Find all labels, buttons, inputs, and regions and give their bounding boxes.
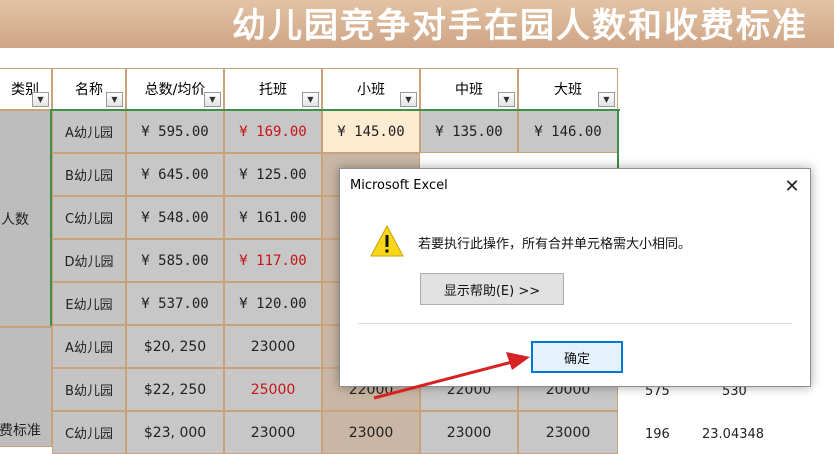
selection-border <box>50 109 620 111</box>
header-label: 中班 <box>455 82 483 98</box>
tuo-cell[interactable]: ¥ 161.00 <box>224 196 322 239</box>
total-cell[interactable]: $20, 250 <box>126 325 224 368</box>
name-cell[interactable]: E幼儿园 <box>52 282 126 325</box>
title-banner: 幼儿园竞争对手在园人数和收费标准 <box>0 0 834 48</box>
dialog-body: 若要执行此操作，所有合并单元格需大小相同。 显示帮助(E) >> <box>340 203 810 320</box>
filter-dropdown-icon[interactable]: ▼ <box>400 92 417 107</box>
header-da[interactable]: 大班 ▼ <box>518 68 618 110</box>
filter-dropdown-icon[interactable]: ▼ <box>32 92 49 107</box>
warning-icon <box>370 225 404 257</box>
outside-cell[interactable]: 23.04348 <box>702 427 764 442</box>
excel-message-dialog: Microsoft Excel ✕ 若要执行此操作，所有合并单元格需大小相同。 … <box>339 168 811 387</box>
name-cell[interactable]: B幼儿园 <box>52 368 126 411</box>
tuo-cell[interactable]: 25000 <box>224 368 322 411</box>
total-cell[interactable]: $23, 000 <box>126 411 224 454</box>
category-label: 人数 <box>1 211 29 228</box>
header-label: 总数/均价 <box>144 82 206 98</box>
header-label: 小班 <box>357 82 385 98</box>
tuo-cell[interactable]: 23000 <box>224 411 322 454</box>
sheet-title: 幼儿园竞争对手在园人数和收费标准 <box>232 6 808 46</box>
ok-button[interactable]: 确定 <box>531 341 623 373</box>
name-cell[interactable]: C幼儿园 <box>52 411 126 454</box>
total-cell[interactable]: ¥ 537.00 <box>126 282 224 325</box>
total-cell[interactable]: $22, 250 <box>126 368 224 411</box>
header-name[interactable]: 名称 ▼ <box>52 68 126 110</box>
category-label: 费标准 <box>0 423 41 439</box>
filter-dropdown-icon[interactable]: ▼ <box>302 92 319 107</box>
name-cell[interactable]: A幼儿园 <box>52 325 126 368</box>
header-tuo[interactable]: 托班 ▼ <box>224 68 322 110</box>
filter-dropdown-icon[interactable]: ▼ <box>498 92 515 107</box>
show-help-button[interactable]: 显示帮助(E) >> <box>420 273 564 305</box>
total-cell[interactable]: ¥ 645.00 <box>126 153 224 196</box>
name-cell[interactable]: A幼儿园 <box>52 110 126 153</box>
xiao-cell[interactable]: 23000 <box>322 411 420 454</box>
total-cell[interactable]: ¥ 585.00 <box>126 239 224 282</box>
header-label: 大班 <box>554 82 582 98</box>
filter-dropdown-icon[interactable]: ▼ <box>598 92 615 107</box>
filter-dropdown-icon[interactable]: ▼ <box>106 92 123 107</box>
name-cell[interactable]: C幼儿园 <box>52 196 126 239</box>
header-category[interactable]: 类别 ▼ <box>0 68 52 110</box>
xiao-cell[interactable]: ¥ 145.00 <box>322 110 420 153</box>
close-icon[interactable]: ✕ <box>774 169 810 203</box>
tuo-cell[interactable]: ¥ 125.00 <box>224 153 322 196</box>
zhong-cell[interactable]: 23000 <box>420 411 518 454</box>
dialog-divider <box>358 323 792 324</box>
zhong-cell[interactable]: ¥ 135.00 <box>420 110 518 153</box>
tuo-cell[interactable]: 23000 <box>224 325 322 368</box>
header-xiao[interactable]: 小班 ▼ <box>322 68 420 110</box>
name-cell[interactable]: B幼儿园 <box>52 153 126 196</box>
da-cell[interactable]: ¥ 146.00 <box>518 110 618 153</box>
header-label: 名称 <box>75 82 103 98</box>
filter-dropdown-icon[interactable]: ▼ <box>204 92 221 107</box>
dialog-message: 若要执行此操作，所有合并单元格需大小相同。 <box>418 237 692 252</box>
header-zhong[interactable]: 中班 ▼ <box>420 68 518 110</box>
category-fee-cell[interactable]: 费标准 <box>0 327 52 447</box>
da-cell[interactable]: 23000 <box>518 411 618 454</box>
header-total[interactable]: 总数/均价 ▼ <box>126 68 224 110</box>
tuo-cell[interactable]: ¥ 120.00 <box>224 282 322 325</box>
tuo-cell[interactable]: ¥ 169.00 <box>224 110 322 153</box>
outside-cell[interactable]: 196 <box>645 427 670 442</box>
dialog-title: Microsoft Excel <box>350 178 448 193</box>
name-cell[interactable]: D幼儿园 <box>52 239 126 282</box>
header-label: 托班 <box>259 82 287 98</box>
total-cell[interactable]: ¥ 548.00 <box>126 196 224 239</box>
tuo-cell[interactable]: ¥ 117.00 <box>224 239 322 282</box>
total-cell[interactable]: ¥ 595.00 <box>126 110 224 153</box>
selection-border <box>50 110 52 326</box>
category-count-cell[interactable]: 人数 <box>0 110 52 327</box>
